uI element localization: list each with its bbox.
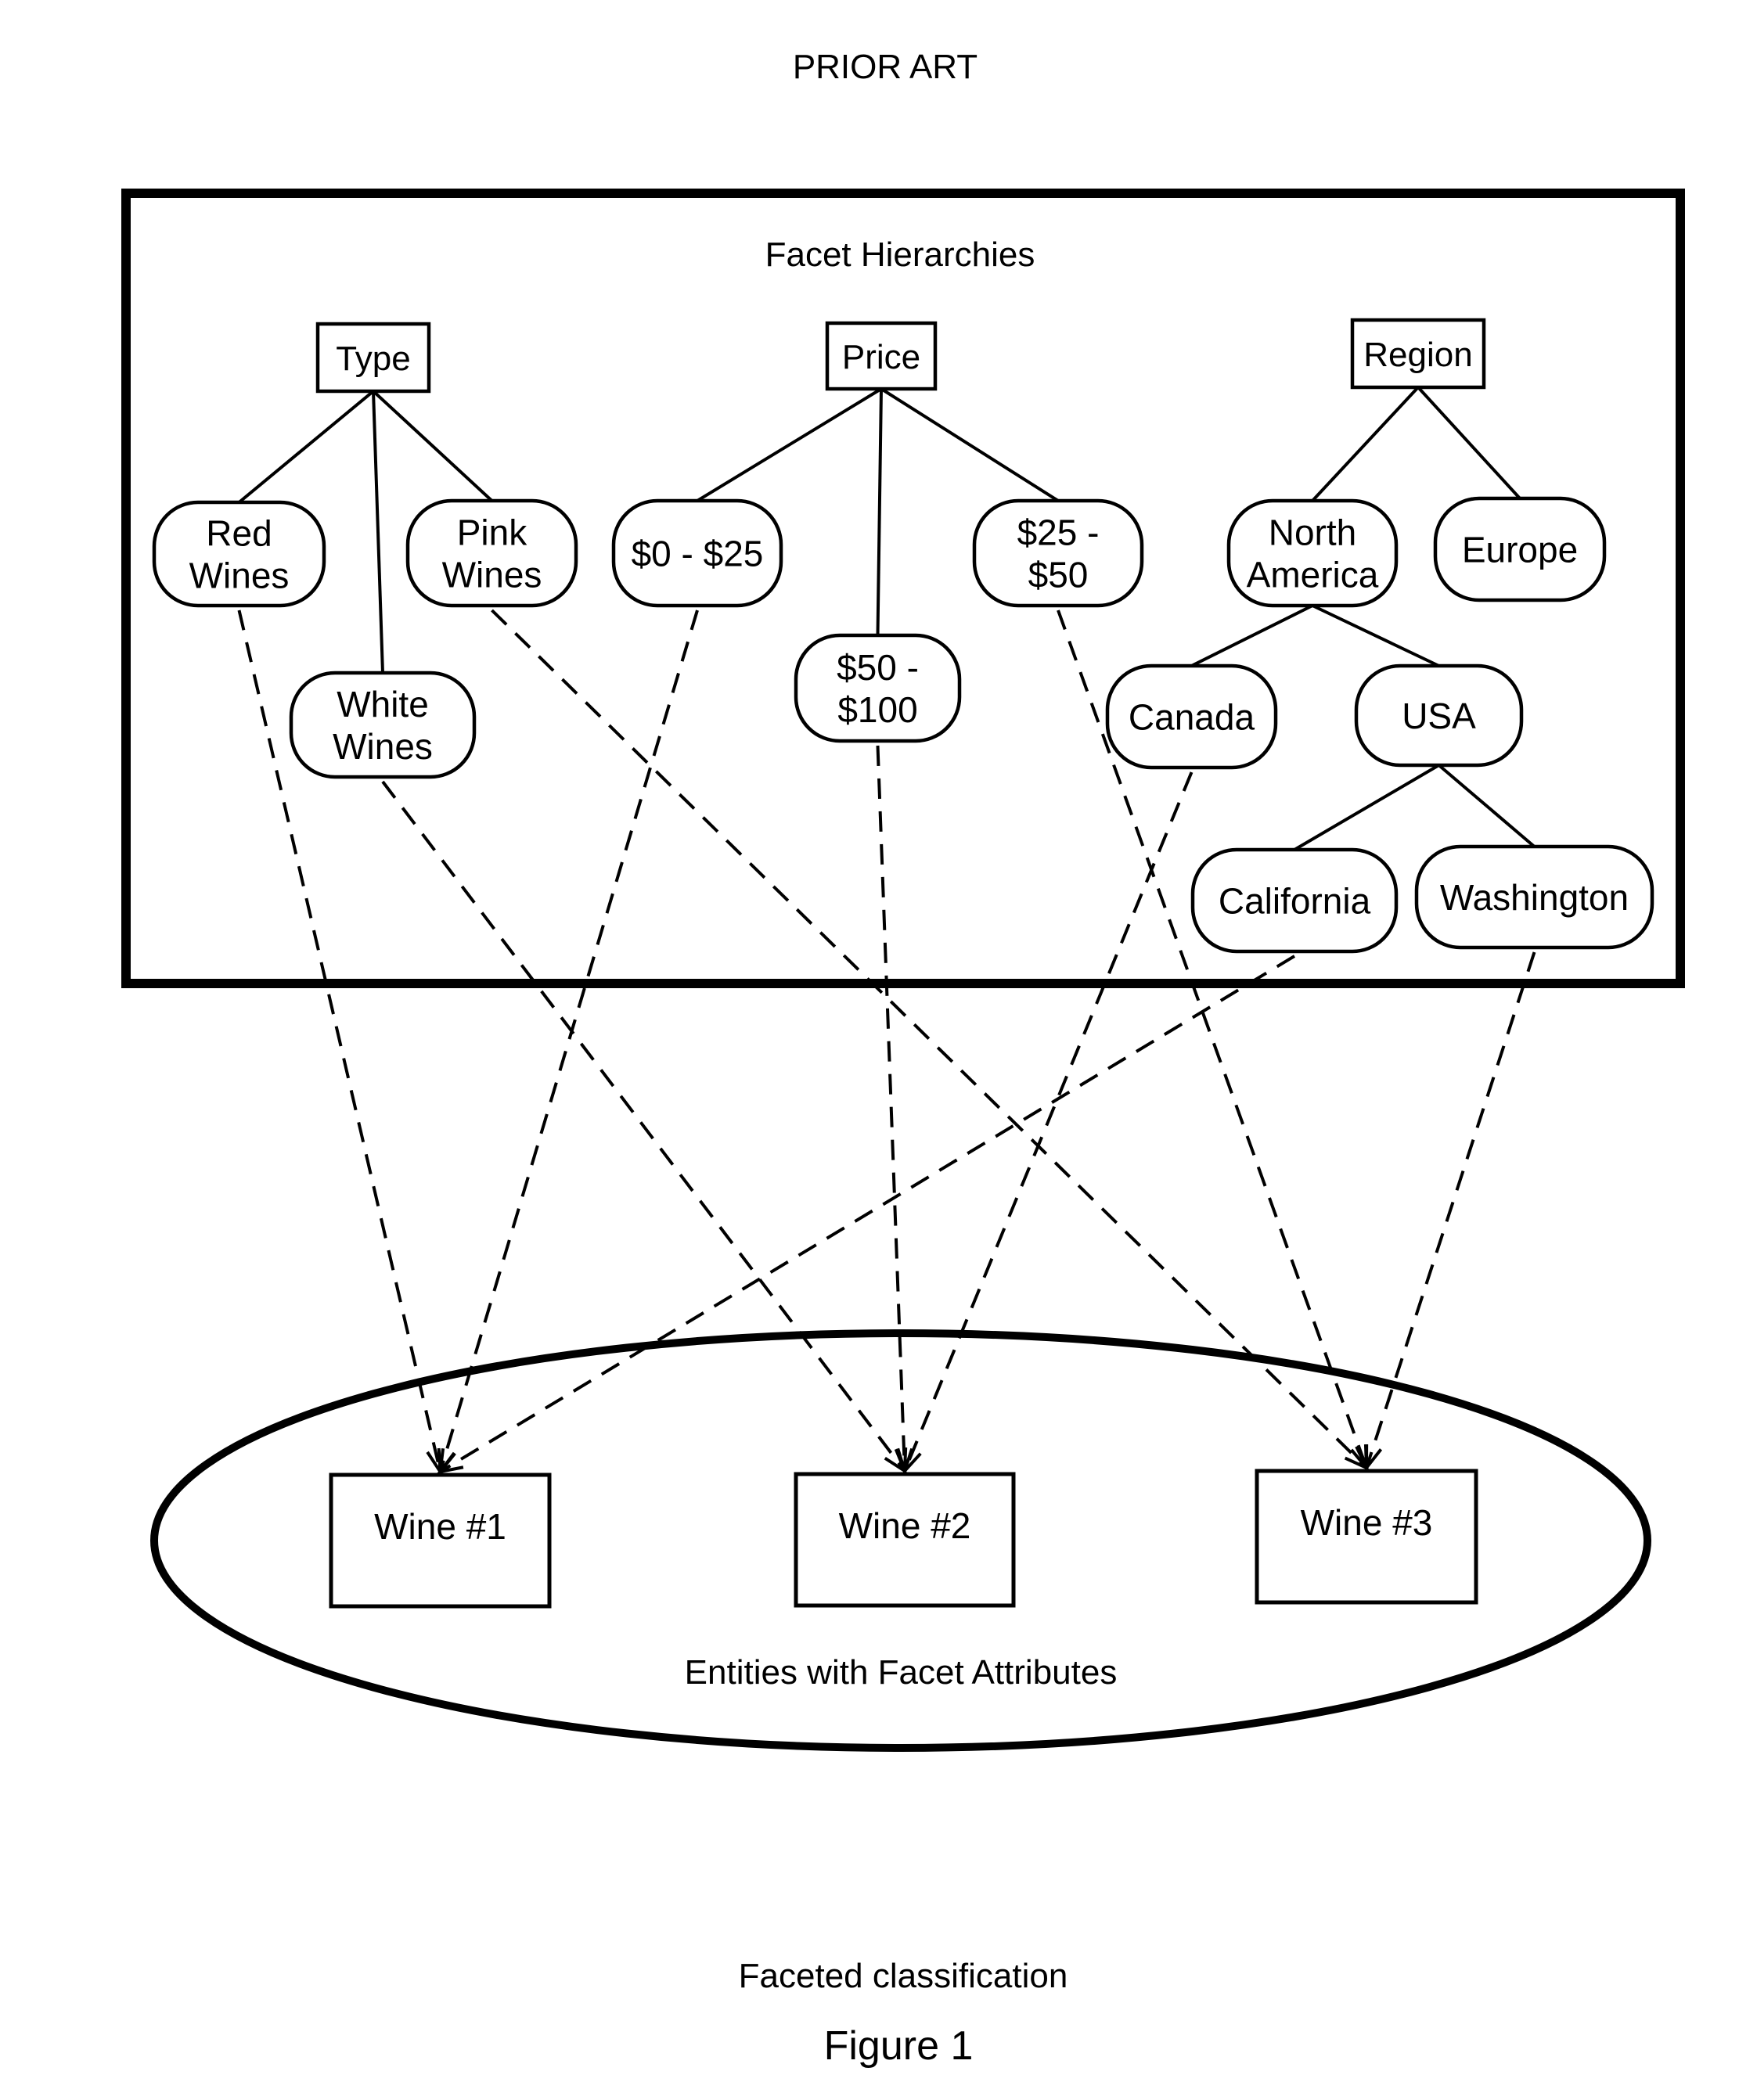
classification-edge-california-wine1 (436, 955, 1296, 1475)
entity-node-wine1: Wine #1 (329, 1473, 552, 1609)
facet-node-na: NorthAmerica (1226, 498, 1399, 608)
facet-label: Wines (442, 555, 542, 595)
classification-edge-washington-wine3 (1363, 951, 1536, 1473)
facet-label: White (337, 684, 429, 725)
entities-title: Entities with Facet Attributes (685, 1653, 1118, 1692)
facet-label: $50 (1028, 555, 1089, 595)
figure-description: Faceted classification (739, 1957, 1068, 1995)
hierarchy-edge-type-pink (372, 390, 493, 502)
facet-node-p0_25: $0 - $25 (611, 498, 783, 608)
facet-node-canada: Canada (1105, 663, 1278, 770)
facet-node-p25_50: $25 -$50 (972, 498, 1144, 608)
facet-label: Type (336, 340, 410, 378)
entity-node-wine3: Wine #3 (1255, 1469, 1478, 1605)
hierarchy-edge-type-red (238, 390, 375, 504)
hierarchy-edge-usa-california (1293, 764, 1440, 851)
facet-node-washington: Washington (1414, 844, 1654, 950)
facet-node-europe: Europe (1433, 496, 1607, 602)
faceted-classification-diagram: PRIOR ART Facet Hierarchies Entities wit… (121, 48, 1685, 2069)
facet-nodes: Type Price RegionRedWinesWhiteWinesPinkWin… (152, 318, 1654, 954)
facet-label: Wines (189, 556, 290, 596)
classification-edge-canada-wine2 (902, 771, 1194, 1476)
facet-node-white: WhiteWines (289, 671, 477, 779)
facet-hierarchies-title: Facet Hierarchies (765, 236, 1035, 274)
facet-label: $25 - (1017, 512, 1100, 553)
facet-label: USA (1402, 696, 1476, 736)
facet-label: $100 (837, 689, 917, 730)
facet-label: $50 - (837, 647, 919, 688)
facet-label: Pink (457, 512, 527, 553)
facet-label: Europe (1462, 530, 1578, 570)
facet-label: Price (842, 338, 920, 376)
facet-label: Region (1363, 336, 1472, 374)
facet-label: Canada (1129, 697, 1255, 738)
facet-node-red: RedWines (152, 500, 326, 608)
facet-node-type: Type (315, 322, 431, 394)
facet-label: Washington (1440, 877, 1629, 918)
prior-art-label: PRIOR ART (793, 48, 978, 86)
facet-node-california: California (1190, 847, 1399, 954)
entity-label: Wine #3 (1301, 1502, 1433, 1543)
facet-node-usa: USA (1354, 663, 1524, 768)
figure-number: Figure 1 (824, 2023, 974, 2069)
classification-edge-p50_100-wine2 (876, 745, 914, 1476)
entity-nodes: Wine #1 Wine #2 Wine #3 (329, 1469, 1478, 1609)
hierarchy-edge-usa-washington (1438, 764, 1536, 848)
entity-label: Wine #2 (839, 1505, 971, 1546)
hierarchy-edge-price-p50_100 (876, 388, 883, 636)
hierarchy-edges (238, 386, 1536, 851)
classification-edge-white-wine2 (381, 780, 908, 1475)
hierarchy-edge-price-p25_50 (880, 387, 1060, 502)
facet-label: $0 - $25 (632, 534, 764, 574)
hierarchy-edge-type-white (372, 390, 384, 674)
facet-label: America (1247, 555, 1379, 595)
facet-node-pink: PinkWines (405, 498, 578, 608)
hierarchy-edge-price-p0_25 (696, 387, 883, 502)
hierarchy-edge-na-usa (1312, 604, 1440, 667)
facet-label: Red (206, 513, 272, 554)
facet-label: Wines (333, 726, 433, 767)
hierarchy-edge-region-na (1311, 386, 1420, 502)
hierarchy-edge-region-europe (1417, 386, 1521, 500)
facet-node-region: Region (1350, 318, 1486, 390)
facet-label: California (1219, 881, 1371, 922)
facet-node-price: Price (825, 321, 938, 391)
facet-node-p50_100: $50 -$100 (794, 633, 962, 743)
entity-label: Wine #1 (374, 1506, 506, 1547)
hierarchy-edge-na-canada (1190, 604, 1313, 667)
entity-node-wine2: Wine #2 (794, 1472, 1016, 1608)
facet-label: North (1269, 512, 1356, 553)
